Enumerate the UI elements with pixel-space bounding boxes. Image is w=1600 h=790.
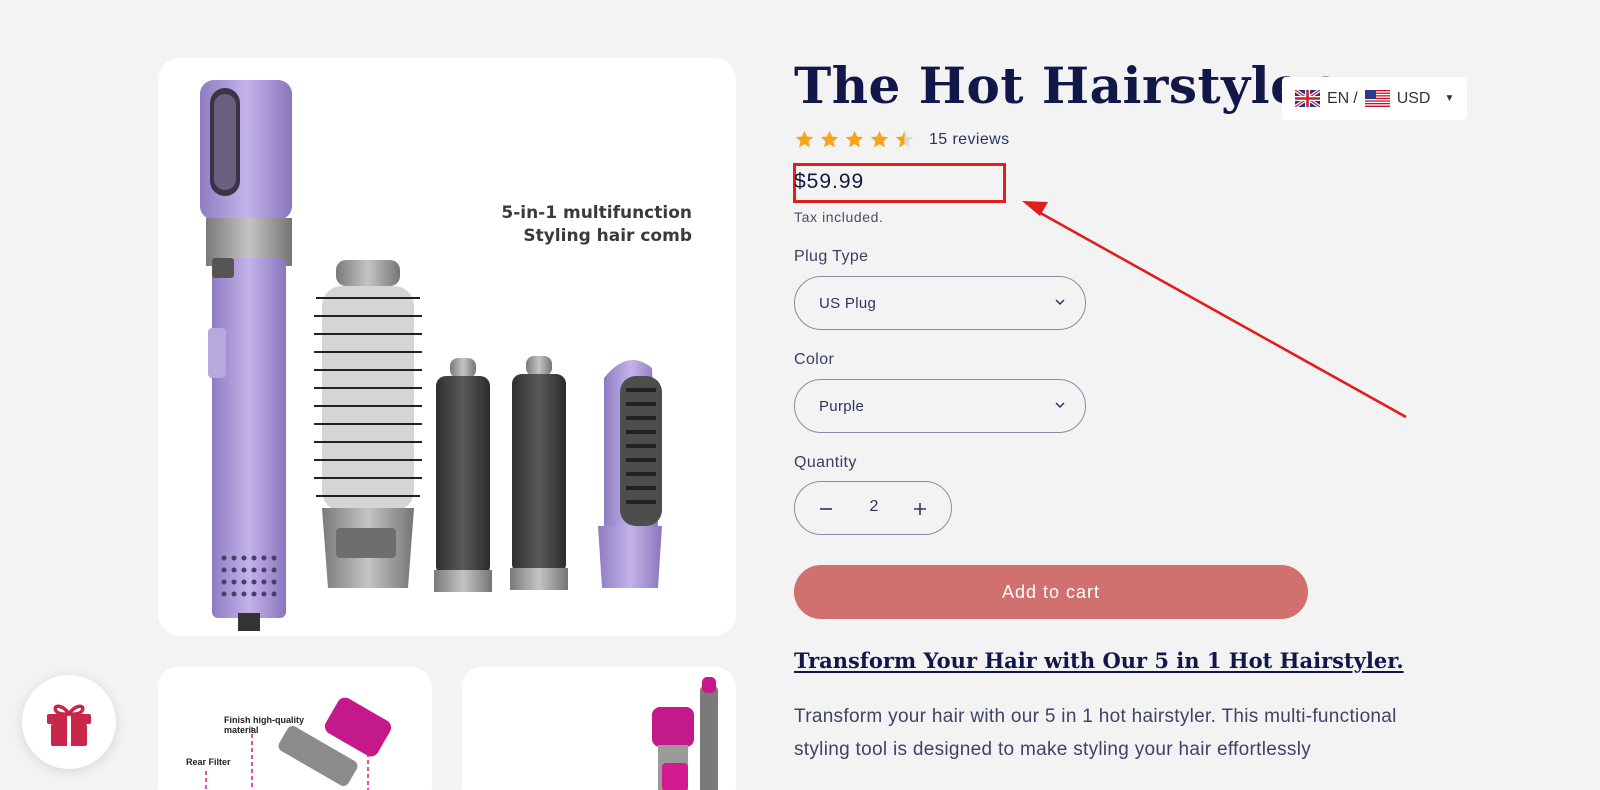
color-select[interactable]: Purple [794, 379, 1086, 433]
star-icon [795, 130, 814, 148]
chevron-down-icon [1055, 402, 1065, 409]
minus-icon [820, 508, 832, 510]
product-thumbnail-1[interactable]: Finish high-quality material Rear Filter [158, 667, 432, 790]
us-flag-icon [1364, 90, 1390, 107]
product-price: $59.99 [794, 170, 865, 193]
quantity-decrease-button[interactable] [799, 482, 853, 536]
gift-icon [47, 704, 91, 746]
thumbnail-1-caption-line2: material [224, 725, 259, 735]
language-label: EN [1327, 89, 1350, 107]
half-star-icon [895, 130, 914, 148]
thumbnail-1-label-rear-filter: Rear Filter [186, 757, 231, 767]
product-main-image[interactable]: 5-in-1 multifunction Styling hair comb [158, 58, 736, 636]
currency-label: USD [1396, 89, 1431, 107]
hairstyler-set-illustration [200, 80, 662, 631]
main-image-caption-line2: Styling hair comb [523, 226, 692, 246]
review-count-link[interactable]: 15 reviews [929, 131, 1009, 149]
main-image-caption-line1: 5-in-1 multifunction [501, 203, 692, 223]
star-icon [820, 130, 839, 148]
quantity-increase-button[interactable] [893, 482, 947, 536]
product-title: The Hot Hairstyler [794, 56, 1330, 115]
rating-summary[interactable]: 15 reviews [794, 129, 1009, 150]
main-image-caption: 5-in-1 multifunction Styling hair comb [501, 202, 692, 248]
star-icon [870, 130, 889, 148]
description-body: Transform your hair with our 5 in 1 hot … [794, 706, 1397, 760]
thumbnail-2-illustration [652, 677, 718, 790]
color-label: Color [794, 351, 835, 368]
description-heading: Transform Your Hair with Our 5 in 1 Hot … [794, 648, 1404, 673]
uk-flag-icon [1295, 90, 1320, 107]
locale-separator: / [1353, 89, 1358, 107]
caret-down-icon: ▼ [1444, 93, 1455, 104]
color-value: Purple [819, 397, 865, 415]
plug-type-select[interactable]: US Plug [794, 276, 1086, 330]
quantity-stepper: 2 [794, 481, 952, 535]
thumbnail-1-caption-line1: Finish high-quality [224, 715, 304, 725]
star-icon [845, 130, 864, 148]
plug-type-label: Plug Type [794, 248, 869, 265]
thumbnail-1-caption: Finish high-quality material [224, 715, 304, 735]
tax-note: Tax included. [794, 209, 884, 225]
add-to-cart-button[interactable]: Add to cart [794, 565, 1308, 619]
language-currency-selector[interactable]: EN / USD ▼ [1282, 77, 1467, 120]
gift-rewards-button[interactable] [22, 675, 116, 769]
quantity-label: Quantity [794, 454, 857, 471]
chevron-down-icon [1055, 299, 1065, 306]
quantity-input[interactable]: 2 [849, 498, 899, 516]
product-thumbnail-2[interactable] [462, 667, 736, 790]
plus-icon [914, 503, 926, 515]
plug-type-value: US Plug [819, 294, 877, 312]
